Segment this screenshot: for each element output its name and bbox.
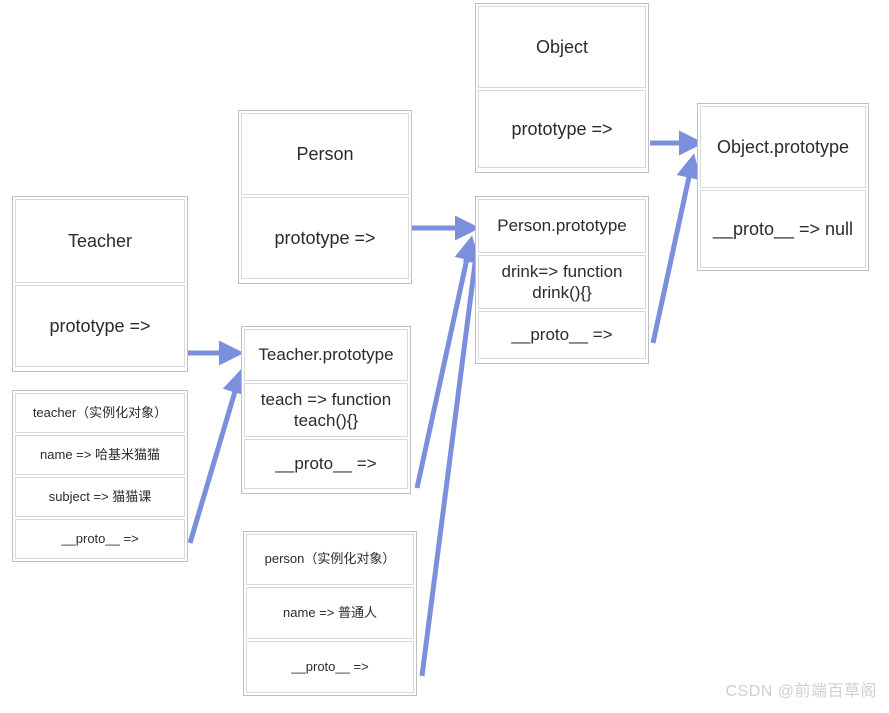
node-person-instance[interactable]: person（实例化对象） name => 普通人 __proto__ => bbox=[243, 531, 417, 696]
object-constructor-prototype-row: prototype => bbox=[478, 90, 646, 168]
node-person-constructor[interactable]: Person prototype => bbox=[238, 110, 412, 284]
arrow-teacher-instance-proto-to-teacherproto bbox=[187, 368, 247, 544]
node-teacher-prototype[interactable]: Teacher.prototype teach => function teac… bbox=[241, 326, 411, 494]
object-constructor-name: Object bbox=[478, 6, 646, 88]
teacher-prototype-title: Teacher.prototype bbox=[244, 329, 408, 381]
teacher-constructor-prototype-row: prototype => bbox=[15, 285, 185, 367]
node-teacher-instance[interactable]: teacher（实例化对象） name => 哈基米猫猫 subject => … bbox=[12, 390, 188, 562]
object-prototype-proto-row: __proto__ => null bbox=[700, 190, 866, 268]
teacher-prototype-proto-row: __proto__ => bbox=[244, 439, 408, 489]
person-constructor-name: Person bbox=[241, 113, 409, 195]
person-prototype-method-row: drink=> function drink(){} bbox=[478, 255, 646, 309]
teacher-instance-name-row: name => 哈基米猫猫 bbox=[15, 435, 185, 475]
node-object-prototype[interactable]: Object.prototype __proto__ => null bbox=[697, 103, 869, 271]
teacher-prototype-method-row: teach => function teach(){} bbox=[244, 383, 408, 437]
arrow-person-instance-proto-to-personproto bbox=[419, 238, 488, 677]
node-person-prototype[interactable]: Person.prototype drink=> function drink(… bbox=[475, 196, 649, 364]
person-instance-name-row: name => 普通人 bbox=[246, 587, 414, 639]
node-teacher-constructor[interactable]: Teacher prototype => bbox=[12, 196, 188, 372]
arrow-teacherproto-proto-to-personproto bbox=[414, 235, 480, 489]
diagram-canvas: Teacher prototype => teacher（实例化对象） name… bbox=[0, 0, 889, 713]
person-instance-title: person（实例化对象） bbox=[246, 534, 414, 585]
person-prototype-proto-row: __proto__ => bbox=[478, 311, 646, 359]
person-instance-proto-row: __proto__ => bbox=[246, 641, 414, 693]
teacher-instance-title: teacher（实例化对象） bbox=[15, 393, 185, 433]
csdn-watermark: CSDN @前端百草阁 bbox=[725, 683, 877, 700]
node-object-constructor[interactable]: Object prototype => bbox=[475, 3, 649, 173]
arrow-personproto-proto-to-objectproto bbox=[650, 153, 702, 344]
person-constructor-prototype-row: prototype => bbox=[241, 197, 409, 279]
teacher-instance-proto-row: __proto__ => bbox=[15, 519, 185, 559]
teacher-instance-subject-row: subject => 猫猫课 bbox=[15, 477, 185, 517]
person-prototype-title: Person.prototype bbox=[478, 199, 646, 253]
teacher-constructor-name: Teacher bbox=[15, 199, 185, 283]
object-prototype-title: Object.prototype bbox=[700, 106, 866, 188]
